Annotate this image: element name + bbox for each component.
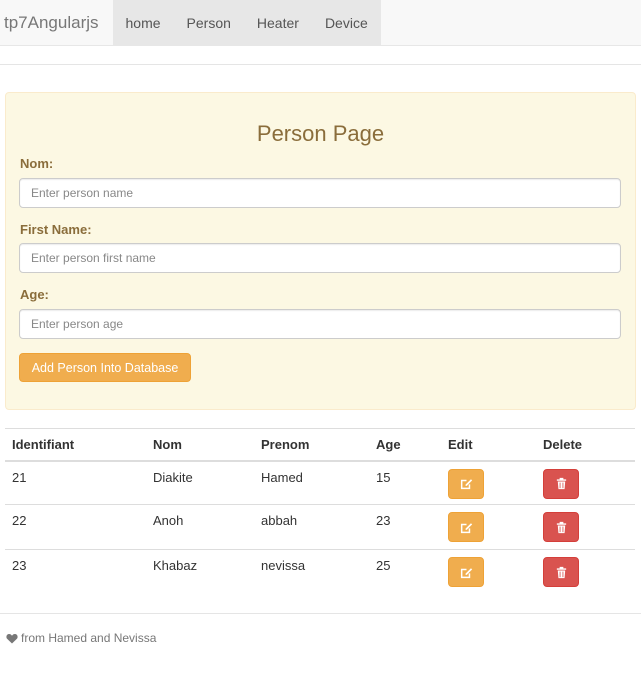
delete-button[interactable] — [543, 512, 579, 542]
nav-link-heater[interactable]: Heater — [244, 0, 312, 45]
age-label: Age: — [20, 287, 49, 302]
table-header-row: Identifiant Nom Prenom Age Edit Delete — [5, 428, 635, 462]
header-age: Age — [369, 428, 441, 462]
delete-button[interactable] — [543, 557, 579, 587]
first-name-label: First Name: — [20, 222, 92, 237]
cell-edit — [441, 460, 536, 505]
cell-prenom: abbah — [254, 504, 369, 550]
table-row: 22 Anoh abbah 23 — [5, 504, 635, 550]
header-edit: Edit — [441, 428, 536, 462]
edit-icon — [460, 522, 472, 533]
cell-age: 15 — [369, 460, 441, 505]
nav-link-person[interactable]: Person — [174, 0, 244, 45]
cell-nom: Diakite — [146, 460, 254, 505]
header-prenom: Prenom — [254, 428, 369, 462]
cell-edit — [441, 549, 536, 595]
cell-prenom: nevissa — [254, 549, 369, 595]
nav-menu: home Person Heater Device — [112, 0, 381, 45]
trash-icon — [556, 566, 566, 578]
cell-delete — [536, 549, 635, 595]
cell-delete — [536, 460, 635, 505]
nav-link-device[interactable]: Device — [312, 0, 381, 45]
cell-nom: Anoh — [146, 504, 254, 550]
cell-edit — [441, 504, 536, 550]
footer: from Hamed and Nevissa — [6, 631, 156, 645]
header-delete: Delete — [536, 428, 635, 462]
footer-text: from Hamed and Nevissa — [21, 631, 157, 645]
edit-button[interactable] — [448, 512, 484, 542]
cell-prenom: Hamed — [254, 460, 369, 505]
add-person-button[interactable]: Add Person Into Database — [19, 353, 191, 382]
heart-icon — [6, 633, 18, 643]
trash-icon — [556, 521, 566, 533]
persons-table: Identifiant Nom Prenom Age Edit Delete 2… — [5, 428, 635, 595]
nom-label: Nom: — [20, 156, 54, 171]
brand-link[interactable]: tp7Angularjs — [0, 0, 113, 45]
edit-button[interactable] — [448, 468, 484, 499]
cell-age: 25 — [369, 549, 441, 595]
header-nom: Nom — [146, 428, 254, 462]
age-input[interactable] — [19, 309, 621, 339]
edit-icon — [460, 479, 472, 490]
edit-button[interactable] — [448, 557, 484, 587]
cell-id: 22 — [5, 504, 146, 550]
table-row: 23 Khabaz nevissa 25 — [5, 549, 635, 595]
trash-icon — [556, 477, 566, 490]
nom-input[interactable] — [19, 178, 621, 208]
cell-id: 23 — [5, 549, 146, 595]
edit-icon — [460, 567, 472, 578]
divider — [0, 64, 641, 65]
table-row: 21 Diakite Hamed 15 — [5, 460, 635, 505]
cell-id: 21 — [5, 460, 146, 505]
divider — [0, 613, 641, 614]
header-identifiant: Identifiant — [5, 428, 146, 462]
page-title: Person Page — [256, 121, 385, 146]
cell-nom: Khabaz — [146, 549, 254, 595]
delete-button[interactable] — [543, 468, 579, 499]
nav-link-home[interactable]: home — [113, 0, 174, 45]
cell-delete — [536, 504, 635, 550]
navbar: tp7Angularjs home Person Heater Device — [0, 0, 641, 46]
first-name-input[interactable] — [19, 243, 621, 273]
cell-age: 23 — [369, 504, 441, 550]
